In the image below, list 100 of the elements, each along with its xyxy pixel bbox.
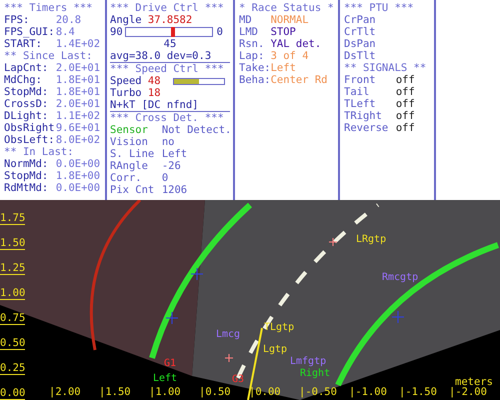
signal-label: TRight: [344, 110, 383, 122]
axis-label: 0.50: [0, 337, 26, 350]
axis-label: 1.00: [0, 287, 26, 300]
section-heading: ** Since Last:: [4, 50, 93, 62]
stat-label: START:: [4, 38, 43, 50]
detect-label: S. Line: [110, 148, 156, 160]
status-label: MD: [239, 14, 253, 26]
speed-label: Speed: [110, 75, 143, 87]
status-label: LMD: [239, 26, 259, 38]
marker-label: G3: [232, 374, 244, 385]
stat-value: 20.8: [56, 14, 82, 26]
stat-value: 1.1E+02: [56, 110, 100, 122]
stat-label: MdChg:: [4, 74, 43, 86]
stat-value: 9.6E+01: [56, 122, 100, 134]
detect-label: Vision: [110, 136, 149, 148]
axis-label: 0.75: [0, 312, 26, 325]
marker-label: TLgtp: [264, 322, 294, 333]
signal-label: Tail: [344, 86, 370, 98]
signal-value: off: [396, 74, 415, 86]
turbo-value: 18: [148, 87, 161, 99]
stat-label: RdMtMd:: [4, 182, 50, 194]
status-value: YAL det.: [270, 38, 322, 50]
axis-label: |-0.50: [299, 386, 337, 398]
detect-label: Corr.: [110, 172, 143, 184]
turbo-label: Turbo: [110, 87, 143, 99]
slider-max-label: 0: [216, 26, 223, 38]
stat-label: ObsRight: [4, 122, 56, 134]
stat-value: 2.0E+01: [56, 98, 100, 110]
stat-value: 8.4: [56, 26, 75, 38]
status-value: Center Rd: [270, 74, 328, 86]
axis-label: 1.50: [0, 237, 26, 250]
signal-value: off: [396, 86, 415, 98]
axis-label: 1.25: [0, 262, 26, 275]
stat-label: NormMd:: [4, 158, 50, 170]
angle-value: 37.8582: [148, 14, 192, 26]
axis-label: |-2.00: [449, 386, 487, 398]
slider-mid-label: 45: [164, 38, 176, 50]
ptu-label: CrTlt: [344, 26, 376, 38]
section-heading: ** In Last:: [4, 146, 74, 158]
axis-label: |1.50: [99, 386, 131, 398]
marker-label: Lmcg: [216, 329, 240, 340]
stat-label: DLight:: [4, 110, 50, 122]
detect-value: no: [162, 136, 174, 148]
marker-label: Right: [300, 368, 330, 379]
section-heading: *** Cross Det. ***: [110, 112, 224, 124]
detect-value: 0: [162, 172, 168, 184]
detect-value: -26: [162, 160, 181, 172]
ptu-label: DsPan: [344, 38, 376, 50]
signal-value: off: [396, 110, 415, 122]
status-label: Lap:: [239, 50, 266, 62]
marker-label: Lgtp: [263, 344, 288, 355]
ptu-label: DsTlt: [344, 50, 376, 62]
detect-label: Sensor: [110, 124, 149, 136]
status-value: Left: [270, 62, 296, 74]
detect-value: Left: [162, 148, 188, 160]
stat-value: 0.0E+00: [56, 158, 100, 170]
section-heading: *** PTU ***: [344, 2, 414, 14]
marker-label: LRgtp: [356, 234, 386, 245]
stat-value: 1.4E+02: [56, 38, 100, 50]
axis-label: 1.75: [0, 212, 26, 225]
status-value: STOP: [270, 26, 296, 38]
axis-label: 0.00: [0, 387, 26, 400]
status-label: Beha:: [239, 74, 271, 86]
status-value: NORMAL: [270, 14, 309, 26]
ptu-label: CrPan: [344, 14, 376, 26]
stat-value: 0.0E+00: [56, 182, 100, 194]
axis-unit: meters: [455, 376, 493, 388]
axis-label: |2.00: [49, 386, 81, 398]
detect-value: 1206: [162, 184, 188, 196]
status-label: Rsn.: [239, 38, 266, 50]
stat-value: 1.8E+00: [56, 170, 100, 182]
stat-label: CrossD:: [4, 98, 50, 110]
axis-label: |0.00: [249, 386, 281, 398]
stat-label: FPS_GUI:: [4, 26, 56, 38]
stat-label: FPS:: [4, 14, 30, 26]
axis-label: |-1.50: [399, 386, 437, 398]
axis-label: |1.00: [149, 386, 181, 398]
slider-min-label: 90: [110, 26, 123, 38]
stat-label: StopMd:: [4, 86, 50, 98]
stat-value: 2.0E+01: [56, 62, 100, 74]
detect-label: RAngle: [110, 160, 149, 172]
stat-value: 1.8E+01: [56, 74, 100, 86]
signal-value: off: [396, 98, 415, 110]
marker-label: Lmfgtp: [290, 356, 326, 367]
signal-value: off: [396, 122, 415, 134]
angle-stats: avg=38.0 dev=0.3: [110, 50, 212, 62]
section-heading: *** Timers ***: [4, 2, 93, 14]
axis-label: |-1.00: [349, 386, 387, 398]
axis-label: |0.50: [199, 386, 231, 398]
marker-label: G1: [164, 358, 176, 369]
axis-label: 0.25: [0, 362, 26, 375]
angle-label: Angle: [110, 14, 143, 26]
stat-value: 8.0E+02: [56, 134, 100, 146]
signal-label: Front: [344, 74, 377, 86]
stat-label: LapCnt:: [4, 62, 50, 74]
status-label: Take:: [239, 62, 271, 74]
section-heading: *** Speed Ctrl ***: [110, 63, 224, 75]
status-value: 3 of 4: [270, 50, 309, 62]
marker-label: Rmcgtp: [382, 272, 418, 283]
stat-label: ObsLeft:: [4, 134, 56, 146]
